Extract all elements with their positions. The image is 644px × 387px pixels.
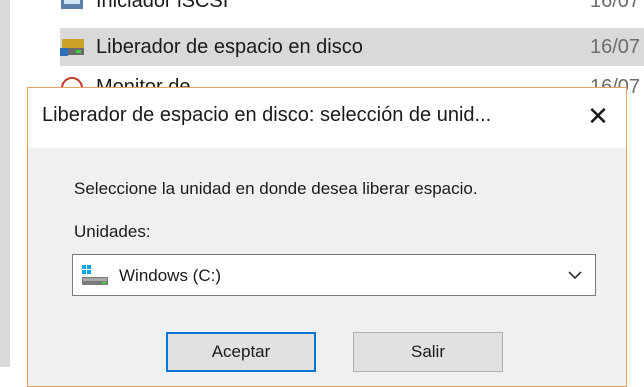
disk-cleanup-icon: [60, 36, 86, 58]
file-row-disk-cleanup[interactable]: Liberador de espacio en disco 16/07: [60, 28, 644, 66]
accept-button-label: Aceptar: [211, 342, 271, 361]
selected-drive-value: Windows (C:): [119, 266, 222, 285]
close-icon: ✕: [587, 100, 609, 131]
file-date: 16/07: [590, 35, 641, 58]
instruction-text: Seleccione la unidad en donde desea libe…: [74, 179, 478, 198]
exit-button-label: Salir: [410, 342, 445, 361]
file-row-iscsi[interactable]: Iniciador iSCSI 16/07: [60, 0, 644, 20]
file-name: Iniciador iSCSI: [96, 0, 229, 12]
drive-icon: [80, 263, 110, 287]
file-name: Liberador de espacio en disco: [96, 35, 363, 58]
file-date: 16/07: [590, 0, 641, 12]
drive-selection-dialog: Liberador de espacio en disco: selección…: [27, 87, 627, 387]
dialog-title: Liberador de espacio en disco: selección…: [42, 104, 492, 126]
dialog-title-bar[interactable]: Liberador de espacio en disco: selección…: [28, 88, 626, 148]
chevron-down-icon[interactable]: [567, 268, 583, 282]
drives-label: Unidades:: [74, 222, 151, 241]
close-button[interactable]: ✕: [578, 98, 618, 134]
accept-button[interactable]: Aceptar: [166, 332, 316, 372]
iscsi-icon: [60, 0, 86, 12]
exit-button[interactable]: Salir: [353, 332, 503, 372]
drive-select[interactable]: Windows (C:): [72, 254, 596, 296]
explorer-left-strip: [0, 0, 10, 367]
